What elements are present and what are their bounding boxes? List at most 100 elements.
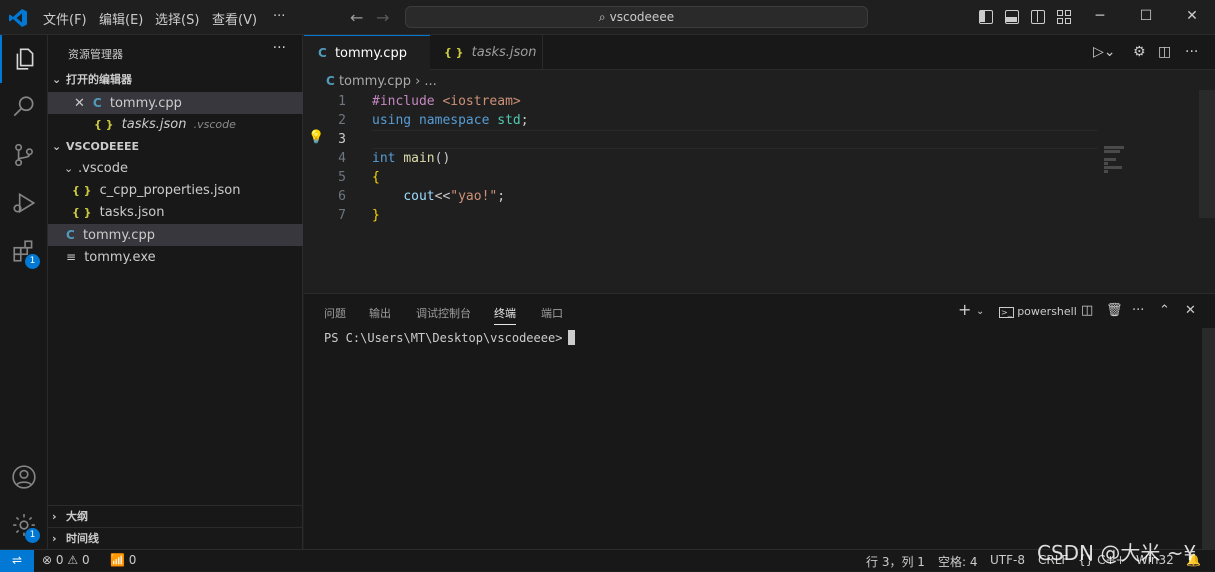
current-line-highlight	[372, 130, 1098, 149]
tab-problems[interactable]: 问题	[324, 305, 346, 321]
cpp-file-icon: C	[92, 96, 102, 110]
split-terminal-icon[interactable]: ◫	[1081, 303, 1093, 318]
close-panel-icon[interactable]: ✕	[1185, 303, 1196, 318]
close-window-icon[interactable]: ✕	[1169, 0, 1215, 35]
tree-item-tommy-exe[interactable]: ≡ tommy.exe	[48, 246, 303, 268]
json-file-icon: { }	[72, 206, 92, 219]
terminal-cursor	[568, 330, 576, 345]
command-center-search[interactable]: ⌕ vscodeeee	[405, 6, 868, 28]
line-number: 7	[338, 208, 346, 223]
toggle-panel-icon[interactable]	[1005, 10, 1019, 24]
cpp-file-icon: C	[326, 74, 335, 88]
exe-file-icon: ≡	[66, 250, 77, 264]
code-line: #include <iostream>	[372, 94, 521, 109]
json-file-icon: { }	[72, 184, 92, 197]
close-editor-icon[interactable]: ✕	[74, 96, 85, 111]
cpp-file-icon: C	[318, 46, 327, 60]
extensions-icon[interactable]: 1	[0, 227, 48, 275]
shell-label: powershell	[1017, 305, 1077, 318]
cursor-position[interactable]: 行 3，列 1	[866, 553, 925, 570]
line-number: 4	[338, 151, 346, 166]
editor-scrollbar[interactable]	[1199, 90, 1215, 218]
encoding[interactable]: UTF-8	[990, 553, 1025, 567]
remote-indicator-icon[interactable]: ⇌	[0, 550, 34, 572]
customize-layout-icon[interactable]	[1057, 10, 1071, 24]
csdn-watermark: CSDN @大米 ~¥	[1037, 541, 1197, 565]
toggle-secondary-sidebar-icon[interactable]	[1031, 10, 1045, 24]
tab-debug-console[interactable]: 调试控制台	[416, 305, 471, 321]
panel-more-icon[interactable]: ···	[1132, 303, 1144, 318]
tab-label: tommy.cpp	[334, 46, 407, 61]
outline-label: 大纲	[66, 510, 88, 523]
minimize-icon[interactable]: ─	[1077, 0, 1123, 35]
source-control-icon[interactable]	[0, 131, 48, 179]
sidebar-more-icon[interactable]: ···	[273, 40, 286, 56]
tree-folder-vscode[interactable]: ⌄ .vscode	[48, 158, 303, 180]
editor-more-icon[interactable]: ···	[1185, 44, 1198, 60]
line-number: 5	[338, 170, 346, 185]
terminal-prompt: PS C:\Users\MT\Desktop\vscodeeee>	[324, 331, 563, 345]
menu-edit[interactable]: 编辑(E)	[99, 9, 143, 28]
open-editor-item-tasks-json[interactable]: { } tasks.json .vscode	[48, 114, 303, 136]
error-count: 0	[55, 553, 64, 567]
open-editors-header[interactable]: ⌄ 打开的编辑器	[48, 69, 303, 91]
indentation[interactable]: 空格: 4	[938, 553, 978, 570]
terminal-output[interactable]: PS C:\Users\MT\Desktop\vscodeeee>	[324, 330, 576, 345]
tab-tommy-cpp[interactable]: C tommy.cpp	[304, 35, 430, 70]
extensions-badge: 1	[25, 254, 40, 269]
search-view-icon[interactable]	[0, 83, 48, 131]
tree-item-c-cpp-properties[interactable]: { } c_cpp_properties.json	[48, 180, 303, 202]
lightbulb-icon[interactable]: 💡	[308, 130, 324, 149]
folder-label: VSCODEEEE	[66, 140, 140, 153]
json-file-icon: { }	[94, 118, 114, 131]
open-editor-label: tommy.cpp	[109, 96, 182, 111]
tree-item-tasks-json[interactable]: { } tasks.json	[48, 202, 303, 224]
code-line: {	[372, 170, 380, 185]
new-terminal-plus-icon[interactable]: +	[958, 300, 971, 319]
code-line: cout<<"yao!";	[403, 189, 506, 204]
problems-indicator[interactable]: ⊗ 0 ⚠ 0	[42, 553, 90, 567]
menu-more[interactable]: ···	[273, 9, 285, 24]
outline-header[interactable]: › 大纲	[48, 505, 303, 527]
run-code-icon[interactable]: ▷⌄	[1093, 44, 1116, 60]
back-arrow-icon[interactable]: ←	[350, 8, 363, 27]
json-file-icon: { }	[444, 46, 464, 59]
search-icon: ⌕	[598, 10, 606, 24]
ports-indicator[interactable]: 📶 0	[110, 553, 136, 567]
ports-count: 0	[128, 553, 137, 567]
code-line: }	[372, 208, 380, 223]
menu-view[interactable]: 查看(V)	[212, 9, 257, 28]
accounts-icon[interactable]	[0, 453, 48, 501]
open-editor-item-tommy-cpp[interactable]: ✕ C tommy.cpp	[48, 92, 303, 114]
folder-header[interactable]: ⌄ VSCODEEEE	[48, 136, 303, 158]
kill-terminal-trash-icon[interactable]: 🗑	[1106, 303, 1123, 318]
tab-output[interactable]: 输出	[369, 305, 391, 321]
manage-gear-icon[interactable]: 1	[0, 501, 48, 549]
split-editor-icon[interactable]: ◫	[1158, 44, 1171, 60]
maximize-icon[interactable]: ☐	[1123, 0, 1169, 35]
menu-selection[interactable]: 选择(S)	[155, 9, 199, 28]
editor-settings-gear-icon[interactable]: ⚙	[1133, 44, 1146, 60]
terminal-scrollbar[interactable]	[1202, 328, 1215, 550]
line-number: 1	[338, 94, 346, 109]
toggle-primary-sidebar-icon[interactable]	[979, 10, 993, 24]
maximize-panel-chevron-up-icon[interactable]: ⌃	[1159, 303, 1170, 318]
tab-terminal[interactable]: 终端	[494, 305, 516, 325]
open-editor-label: tasks.json	[121, 117, 187, 132]
forward-arrow-icon[interactable]: →	[376, 8, 389, 27]
chevron-down-icon[interactable]: ⌄	[976, 306, 984, 317]
breadcrumb[interactable]: C tommy.cpp › ...	[326, 74, 437, 89]
tab-label: tasks.json	[471, 45, 537, 60]
tree-item-tommy-cpp[interactable]: C tommy.cpp	[48, 224, 303, 246]
terminal-shell-selector[interactable]: >_ powershell	[999, 305, 1077, 318]
run-debug-icon[interactable]	[0, 179, 48, 227]
error-icon: ⊗	[42, 553, 53, 567]
tab-ports[interactable]: 端口	[541, 305, 563, 321]
timeline-header[interactable]: › 时间线	[48, 527, 303, 549]
menu-file[interactable]: 文件(F)	[43, 9, 87, 28]
tab-tasks-json[interactable]: { } tasks.json	[430, 35, 543, 70]
explorer-icon[interactable]	[0, 35, 48, 83]
minimap[interactable]	[1104, 146, 1128, 174]
line-number: 3	[338, 132, 346, 147]
activity-bar: 1 1	[0, 35, 48, 549]
